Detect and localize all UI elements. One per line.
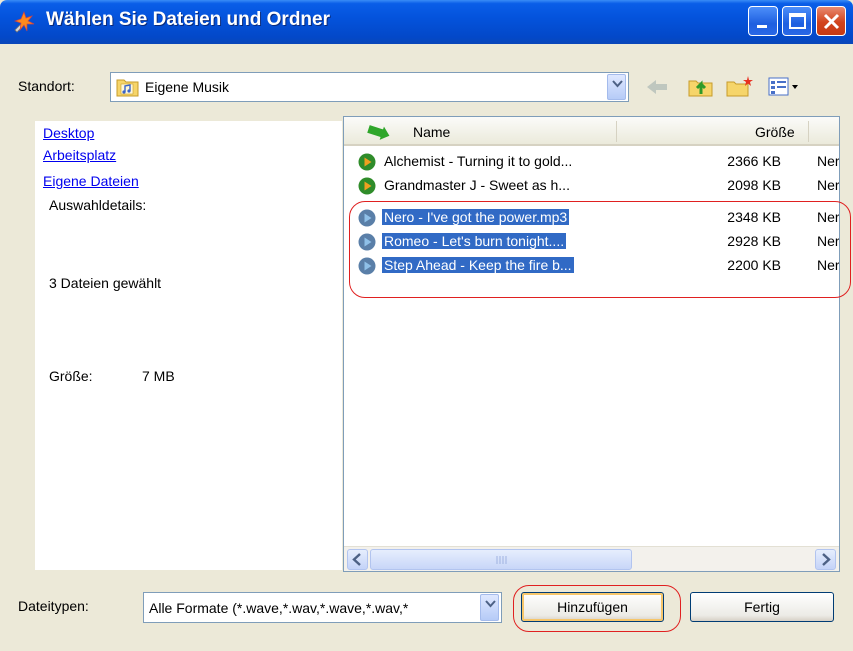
selection-details-heading: Auswahldetails: — [49, 197, 147, 213]
file-dialog: Wählen Sie Dateien und Ordner Standort: … — [0, 0, 853, 651]
chevron-right-icon — [822, 553, 831, 566]
location-combo[interactable]: Eigene Musik — [110, 72, 629, 102]
size-label: Größe: — [49, 368, 93, 384]
add-button-highlight-ring — [513, 585, 681, 632]
grip-icon — [496, 556, 507, 564]
audio-file-icon — [358, 177, 376, 195]
horizontal-scrollbar[interactable] — [344, 546, 839, 571]
scroll-right-button[interactable] — [815, 549, 836, 570]
chevron-down-icon — [612, 80, 623, 88]
music-folder-icon — [116, 79, 139, 97]
filetype-dropdown-button[interactable] — [480, 594, 499, 621]
file-list[interactable]: Name Größe Alchemist - Turning it to gol… — [343, 116, 840, 572]
column-header-size[interactable]: Größe — [755, 124, 795, 140]
close-icon — [823, 13, 840, 30]
place-link-arbeitsplatz[interactable]: Arbeitsplatz — [43, 147, 116, 163]
location-value: Eigene Musik — [145, 79, 230, 95]
app-icon — [13, 11, 35, 33]
scrollbar-thumb[interactable] — [370, 549, 632, 570]
close-button[interactable] — [816, 6, 846, 36]
selection-count: 3 Dateien gewählt — [49, 275, 162, 291]
filetype-combo[interactable]: Alle Formate (*.wave,*.wav,*.wave,*.wav,… — [143, 592, 502, 623]
window-title: Wählen Sie Dateien und Ordner — [46, 9, 330, 30]
scroll-left-button[interactable] — [347, 549, 368, 570]
file-size: 2098 KB — [727, 177, 781, 193]
list-header: Name Größe — [344, 117, 839, 146]
minimize-button[interactable] — [748, 6, 778, 36]
chevron-left-icon — [352, 553, 361, 566]
done-button[interactable]: Fertig — [690, 592, 834, 622]
file-name: Grandmaster J - Sweet as h... — [384, 177, 570, 193]
file-name: Alchemist - Turning it to gold... — [384, 153, 573, 169]
selection-highlight-ring — [349, 201, 851, 298]
column-header-name[interactable]: Name — [413, 124, 450, 140]
filetype-value: Alle Formate (*.wave,*.wav,*.wave,*.wav,… — [149, 600, 409, 616]
up-folder-icon[interactable] — [688, 74, 714, 98]
size-value: 7 MB — [142, 368, 175, 384]
sort-arrow-icon[interactable] — [366, 124, 392, 142]
location-label: Standort: — [18, 78, 75, 94]
file-size: 2366 KB — [727, 153, 781, 169]
file-type: Ner — [817, 177, 840, 193]
maximize-icon — [789, 13, 806, 29]
place-link-desktop[interactable]: Desktop — [43, 125, 94, 141]
place-link-eigene-dateien[interactable]: Eigene Dateien — [43, 173, 139, 189]
places-pane: Desktop Arbeitsplatz Eigene Dateien Ausw… — [35, 121, 342, 570]
minimize-icon — [757, 25, 767, 28]
filetype-label: Dateitypen: — [18, 598, 89, 614]
chevron-down-icon — [485, 600, 496, 608]
title-bar[interactable]: Wählen Sie Dateien und Ordner — [0, 0, 853, 44]
view-menu-icon[interactable] — [768, 76, 802, 98]
back-arrow-icon[interactable] — [645, 77, 669, 97]
audio-file-icon — [358, 153, 376, 171]
file-type: Ner — [817, 153, 840, 169]
location-dropdown-button[interactable] — [607, 74, 626, 100]
file-row[interactable]: Alchemist - Turning it to gold... 2366 K… — [344, 150, 839, 174]
new-folder-icon[interactable] — [726, 74, 754, 98]
maximize-button[interactable] — [782, 6, 812, 36]
file-row[interactable]: Grandmaster J - Sweet as h... 2098 KB Ne… — [344, 174, 839, 198]
